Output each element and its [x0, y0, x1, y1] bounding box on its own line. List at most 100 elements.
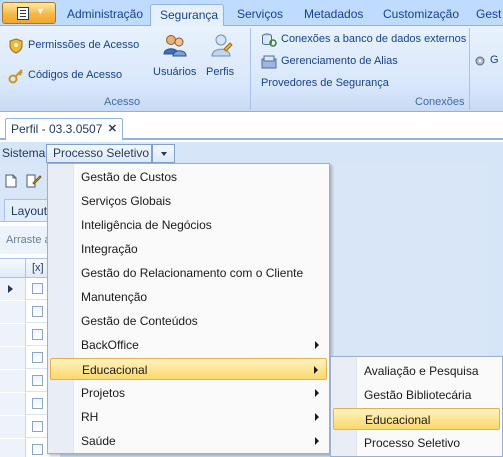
row-indicator	[0, 301, 26, 323]
document-tab-strip: Perfil - 03.3.0507 ✕	[0, 112, 503, 140]
edit-icon[interactable]	[26, 174, 42, 188]
users-icon	[163, 35, 187, 57]
menu-item-label: Gestão de Conteúdos	[81, 314, 198, 328]
perfis-button[interactable]: Perfis	[204, 32, 238, 82]
row-checkbox[interactable]	[32, 306, 43, 317]
ribbon-body: Permissões de Acesso Códigos de Acesso U…	[0, 26, 503, 112]
database-link-icon	[262, 33, 277, 47]
menu-item[interactable]: Gestão de Conteúdos	[50, 310, 327, 332]
menu-item[interactable]: Gestão de Custos	[50, 166, 327, 188]
tab-servicos[interactable]: Serviços	[237, 6, 283, 26]
row-checkbox[interactable]	[32, 352, 43, 363]
row-indicator	[0, 347, 26, 369]
chevron-right-icon	[315, 437, 319, 445]
row-indicator	[0, 324, 26, 346]
menu-item-label: RH	[81, 410, 99, 424]
menu-item-label: Projetos	[81, 386, 126, 400]
submenu-item-label: Avaliação e Pesquisa	[364, 364, 479, 378]
menu-item[interactable]: Integração	[50, 238, 327, 260]
usuarios-button[interactable]: Usuários	[152, 32, 196, 82]
row-indicator	[0, 393, 26, 415]
sistema-select[interactable]: Processo Seletivo	[46, 144, 152, 163]
check-column-header[interactable]: [x]	[32, 262, 44, 274]
row-checkbox[interactable]	[32, 375, 43, 386]
row-checkbox[interactable]	[32, 398, 43, 409]
conexoes-externos-label: Conexões a banco de dados externos	[281, 33, 467, 45]
menu-item-label: Manutenção	[81, 290, 148, 304]
sistema-row: Sistema: Processo Seletivo	[0, 142, 503, 164]
ribbon-tab-strip: ▼ Administração Segurança Serviços Metad…	[0, 0, 503, 27]
acesso-group-label: Acesso	[104, 96, 141, 108]
profile-icon	[211, 34, 233, 57]
submenu-item[interactable]: Gestão Bibliotecária	[333, 384, 500, 406]
extra-label: G	[490, 54, 499, 66]
menu-item[interactable]: BackOffice	[50, 334, 327, 356]
chevron-right-icon	[315, 413, 319, 421]
tab-gestao[interactable]: Gest	[476, 6, 501, 26]
menu-item-label: Educacional	[82, 363, 148, 377]
gerenciamento-alias-button[interactable]: Gerenciamento de Alias	[261, 54, 398, 70]
submenu-item-label: Processo Seletivo	[364, 436, 461, 450]
close-icon[interactable]: ✕	[108, 119, 117, 139]
row-checkbox[interactable]	[32, 329, 43, 340]
menu-item-label: Inteligência de Negócios	[81, 218, 212, 232]
group-separator	[250, 28, 251, 110]
document-tab[interactable]: Perfil - 03.3.0507 ✕	[5, 118, 123, 140]
menu-item[interactable]: Manutenção	[50, 286, 327, 308]
group-separator	[469, 28, 470, 110]
chevron-right-icon	[315, 389, 319, 397]
submenu-item-label: Educacional	[365, 413, 431, 427]
provedores-seguranca-button[interactable]: Provedores de Segurança	[261, 76, 391, 92]
row-indicator	[0, 278, 26, 300]
document-tab-label: Perfil - 03.3.0507	[11, 122, 103, 136]
educacional-submenu: Avaliação e Pesquisa Gestão Bibliotecária…	[330, 356, 503, 457]
chevron-down-icon: ▼	[36, 6, 45, 16]
row-indicator	[0, 416, 26, 438]
row-indicator-header	[0, 259, 26, 278]
row-checkbox[interactable]	[32, 283, 43, 294]
tab-metadados[interactable]: Metadados	[304, 6, 363, 26]
sistema-dropdown-button[interactable]	[152, 144, 175, 163]
conexoes-group-label: Conexões	[415, 96, 465, 108]
codigos-de-acesso-button[interactable]: Códigos de Acesso	[8, 68, 123, 84]
menu-item[interactable]: Gestão do Relacionamento com o Cliente	[50, 262, 327, 284]
chevron-right-icon	[315, 341, 319, 349]
tab-seguranca[interactable]: Segurança	[150, 4, 224, 27]
submenu-item-label: Gestão Bibliotecária	[364, 388, 472, 402]
sistema-label: Sistema:	[2, 146, 49, 160]
provedores-seguranca-label: Provedores de Segurança	[261, 77, 389, 89]
submenu-item[interactable]: Processo Seletivo	[333, 432, 500, 454]
menu-item-label: Gestão do Relacionamento com o Cliente	[81, 266, 304, 280]
tab-customizacao[interactable]: Customização	[383, 6, 459, 26]
menu-item[interactable]: Inteligência de Negócios	[50, 214, 327, 236]
menu-item[interactable]: RH	[50, 406, 327, 428]
chevron-right-icon	[314, 366, 318, 374]
submenu-item[interactable]: Educacional	[333, 408, 500, 430]
new-document-icon[interactable]	[4, 174, 18, 188]
permissoes-de-acesso-button[interactable]: Permissões de Acesso	[8, 38, 140, 54]
menu-item-label: BackOffice	[81, 338, 139, 352]
submenu-item[interactable]: Avaliação e Pesquisa	[333, 360, 500, 382]
menu-item-label: Gestão de Custos	[81, 170, 178, 184]
gear-button[interactable]: G	[473, 54, 503, 70]
menu-item-label: Serviços Globais	[81, 194, 172, 208]
menu-item[interactable]: Serviços Globais	[50, 190, 327, 212]
menu-item[interactable]: Saúde	[50, 430, 327, 452]
sistema-dropdown-menu: Gestão de Custos Serviços Globais Inteligê…	[47, 163, 330, 454]
conexoes-externos-button[interactable]: Conexões a banco de dados externos	[261, 32, 466, 48]
menu-item[interactable]: Projetos	[50, 382, 327, 404]
row-indicator	[0, 439, 26, 457]
menu-item-label: Saúde	[81, 434, 116, 448]
row-checkbox[interactable]	[32, 444, 43, 455]
menu-item-label: Integração	[81, 242, 138, 256]
row-indicator	[0, 370, 26, 392]
usuarios-label: Usuários	[153, 66, 197, 78]
perfis-label: Perfis	[206, 66, 235, 78]
row-checkbox[interactable]	[32, 421, 43, 432]
codigos-de-acesso-label: Códigos de Acesso	[28, 69, 123, 81]
gear-icon	[475, 56, 485, 66]
tab-administracao[interactable]: Administração	[67, 6, 143, 26]
application-menu-button[interactable]: ▼	[2, 2, 56, 24]
permissoes-de-acesso-label: Permissões de Acesso	[28, 39, 140, 51]
menu-item[interactable]: Educacional	[50, 358, 327, 380]
